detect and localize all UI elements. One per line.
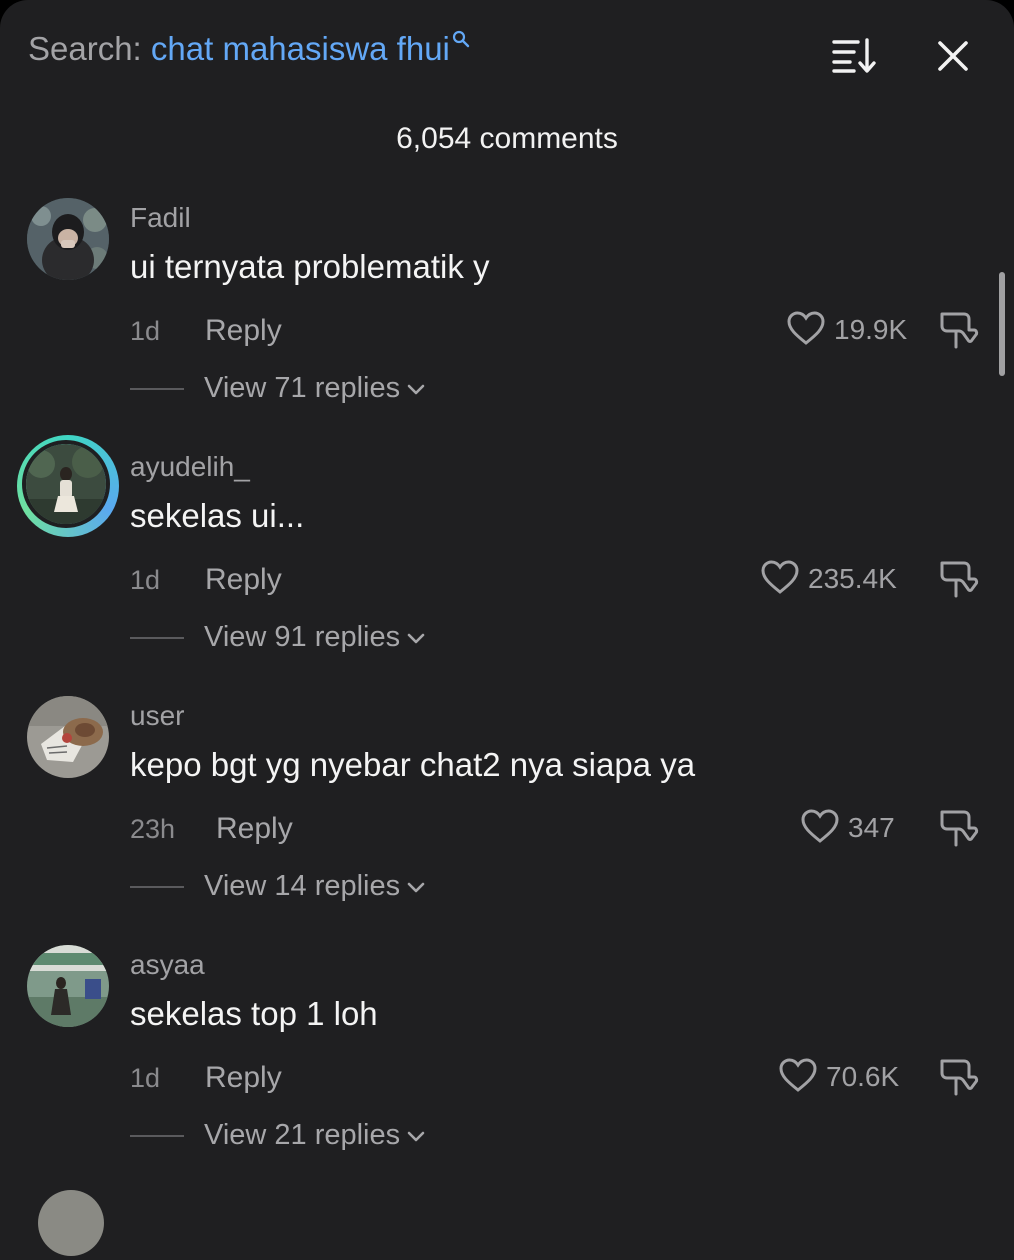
dislike-icon[interactable]: [936, 806, 980, 850]
comment-username[interactable]: user: [130, 700, 184, 732]
chevron-down-icon: [400, 870, 426, 903]
view-replies-label: View 71 replies: [204, 372, 401, 404]
reply-button[interactable]: Reply: [205, 1061, 282, 1095]
view-replies-button[interactable]: View 14 replies: [204, 870, 426, 903]
heart-icon: [800, 808, 840, 849]
replies-divider: [130, 886, 184, 888]
reply-button[interactable]: Reply: [205, 563, 282, 597]
search-label: Search:: [28, 30, 151, 67]
comments-sheet: Search: chat mahasiswa fhui 6,054 commen…: [0, 0, 1014, 1260]
avatar[interactable]: [27, 696, 109, 778]
comment-time: 1d: [130, 316, 161, 346]
like-count: 19.9K: [834, 314, 908, 345]
comment-text: ui ternyata problematik y: [130, 248, 490, 285]
comments-header: Search: chat mahasiswa fhui: [0, 0, 1014, 110]
search-icon[interactable]: [452, 18, 470, 56]
like-button[interactable]: 19.9K: [786, 308, 907, 352]
comment-item: user kepo bgt yg nyebar chat2 nya siapa …: [0, 696, 1014, 936]
reply-button[interactable]: Reply: [216, 812, 293, 846]
replies-divider: [130, 388, 184, 390]
view-replies-button[interactable]: View 91 replies: [204, 621, 426, 654]
chevron-down-icon: [400, 1119, 426, 1152]
avatar[interactable]: [27, 945, 109, 1027]
avatar[interactable]: [22, 440, 110, 528]
heart-icon: [778, 1057, 818, 1098]
like-button[interactable]: 235.4K: [760, 557, 897, 601]
heart-icon: [786, 310, 826, 351]
comment-item: ayudelih_ sekelas ui... 1d Reply 235.4K …: [0, 435, 1014, 687]
search-heading[interactable]: Search: chat mahasiswa fhui: [28, 30, 470, 68]
comment-time: 23h: [130, 814, 176, 844]
avatar[interactable]: [27, 198, 109, 280]
like-button[interactable]: 347: [800, 806, 895, 850]
like-count: 70.6K: [826, 1061, 900, 1092]
comment-text: sekelas top 1 loh: [130, 995, 378, 1032]
view-replies-label: View 14 replies: [204, 870, 401, 902]
like-count: 347: [848, 812, 895, 843]
dislike-icon[interactable]: [936, 1055, 980, 1099]
heart-icon: [760, 559, 800, 600]
comment-username[interactable]: asyaa: [130, 949, 205, 981]
chevron-down-icon: [400, 372, 426, 405]
reply-button[interactable]: Reply: [205, 314, 282, 348]
comment-time: 1d: [130, 1063, 161, 1093]
replies-divider: [130, 1135, 184, 1137]
comment-username[interactable]: Fadil: [130, 202, 191, 234]
comment-item: Fadil ui ternyata problematik y 1d Reply…: [0, 198, 1014, 438]
dislike-icon[interactable]: [936, 557, 980, 601]
search-query[interactable]: chat mahasiswa fhui: [151, 30, 450, 67]
comment-text: kepo bgt yg nyebar chat2 nya siapa ya: [130, 746, 696, 783]
comment-item: asyaa sekelas top 1 loh 1d Reply 70.6K V…: [0, 945, 1014, 1185]
comment-count: 6,054 comments: [396, 122, 618, 155]
dislike-icon[interactable]: [936, 308, 980, 352]
comment-text: sekelas ui...: [130, 497, 305, 534]
chevron-down-icon: [400, 621, 426, 654]
comment-time: 1d: [130, 565, 161, 595]
view-replies-button[interactable]: View 21 replies: [204, 1119, 426, 1152]
comment-username[interactable]: ayudelih_: [130, 451, 250, 483]
view-replies-button[interactable]: View 71 replies: [204, 372, 426, 405]
sort-icon[interactable]: [828, 34, 878, 76]
like-button[interactable]: 70.6K: [778, 1055, 899, 1099]
like-count: 235.4K: [808, 563, 897, 594]
close-icon[interactable]: [930, 33, 976, 79]
view-replies-label: View 91 replies: [204, 621, 401, 653]
view-replies-label: View 21 replies: [204, 1119, 401, 1151]
avatar-story-ring[interactable]: [17, 435, 119, 537]
replies-divider: [130, 637, 184, 639]
